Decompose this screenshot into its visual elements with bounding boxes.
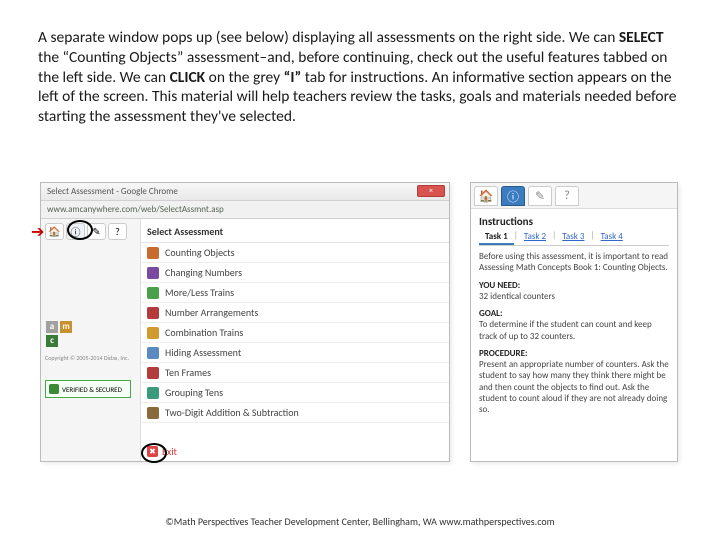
assessment-item[interactable]: Counting Objects	[141, 243, 449, 263]
assessment-item[interactable]: Hiding Assessment	[141, 343, 449, 363]
window-close-button[interactable]: ×	[417, 185, 445, 197]
browser-titlebar: Select Assessment - Google Chrome ×	[41, 183, 449, 201]
task-tab[interactable]: Task 1	[479, 230, 514, 245]
tab-info[interactable]: ⓘ	[66, 223, 85, 240]
left-tab-column: ➔ 🏠 ⓘ ✎ ? amc Copyright © 2005-2014 Dida…	[41, 219, 141, 461]
instructions-panel: 🏠 ⓘ ✎ ? Instructions Task 1 | Task 2 | T…	[470, 182, 678, 462]
info-panel-tab-row: 🏠 ⓘ ✎ ?	[471, 183, 677, 209]
task-tab[interactable]: Task 3	[556, 230, 590, 245]
assessment-label: Number Arrangements	[165, 306, 258, 319]
tab-home[interactable]: 🏠	[45, 223, 64, 240]
exit-icon: ✖	[147, 446, 158, 457]
book-icon	[147, 247, 159, 259]
goal-label: GOAL:	[479, 308, 669, 319]
window-title: Select Assessment - Google Chrome	[47, 186, 178, 197]
book-icon	[147, 267, 159, 279]
book-icon	[147, 387, 159, 399]
assessment-label: Ten Frames	[165, 366, 211, 379]
browser-addressbar[interactable]: www.amcanywhere.com/web/SelectAssmnt.asp	[41, 201, 449, 219]
assessment-list: Counting Objects Changing Numbers More/Les…	[141, 243, 449, 423]
assessment-label: Hiding Assessment	[165, 346, 241, 359]
info-tab-home[interactable]: 🏠	[474, 186, 498, 206]
goal-text: To determine if the student can count an…	[479, 319, 669, 342]
assessment-label: More/Less Trains	[165, 286, 234, 299]
book-icon	[147, 347, 159, 359]
shield-icon	[49, 384, 59, 394]
tab-help[interactable]: ?	[108, 223, 127, 240]
assessment-label: Grouping Tens	[165, 386, 223, 399]
procedure-label: PROCEDURE:	[479, 348, 669, 359]
copyright-small: Copyright © 2005-2014 Didax, Inc.	[45, 354, 136, 362]
instructions-heading: Instructions	[479, 215, 669, 229]
info-tab-notes[interactable]: ✎	[528, 186, 552, 206]
assessment-label: Combination Trains	[165, 326, 243, 339]
assessment-item[interactable]: Number Arrangements	[141, 303, 449, 323]
procedure-text: Present an appropriate number of counter…	[479, 359, 669, 415]
assessment-item[interactable]: Combination Trains	[141, 323, 449, 343]
assessment-label: Changing Numbers	[165, 266, 242, 279]
task-tab[interactable]: Task 4	[595, 230, 629, 245]
select-assessment-window: Select Assessment - Google Chrome × www.…	[40, 182, 450, 462]
info-tab-help[interactable]: ?	[555, 186, 579, 206]
book-icon	[147, 287, 159, 299]
book-icon	[147, 367, 159, 379]
assessment-item[interactable]: More/Less Trains	[141, 283, 449, 303]
task-tab[interactable]: Task 2	[518, 230, 552, 245]
assessment-list-column: Select Assessment Counting Objects Changi…	[141, 219, 449, 461]
assessment-label: Counting Objects	[165, 246, 235, 259]
arrow-annotation-icon: ➔	[31, 225, 44, 241]
amc-logo: amc	[45, 320, 85, 348]
instructional-paragraph: A separate window pops up (see below) di…	[38, 28, 688, 127]
exit-button[interactable]: ✖ Exit	[147, 445, 177, 458]
book-icon	[147, 327, 159, 339]
book-icon	[147, 407, 159, 419]
assessment-label: Two-Digit Addition & Subtraction	[165, 406, 299, 419]
assessment-item[interactable]: Changing Numbers	[141, 263, 449, 283]
assessment-item[interactable]: Grouping Tens	[141, 383, 449, 403]
task-tabs: Task 1 | Task 2 | Task 3 | Task 4	[479, 230, 669, 246]
verified-secured-badge: VERIFIED & SECURED	[45, 380, 131, 398]
tab-notes[interactable]: ✎	[87, 223, 106, 240]
assessment-item[interactable]: Ten Frames	[141, 363, 449, 383]
footer-credit: ©Math Perspectives Teacher Development C…	[0, 515, 720, 528]
instructions-intro: Before using this assessment, it is impo…	[479, 251, 669, 274]
info-tab-info[interactable]: ⓘ	[501, 186, 525, 206]
you-need-label: YOU NEED:	[479, 280, 669, 291]
you-need-text: 32 identical counters	[479, 291, 669, 302]
book-icon	[147, 307, 159, 319]
select-assessment-header: Select Assessment	[141, 223, 449, 243]
assessment-item[interactable]: Two-Digit Addition & Subtraction	[141, 403, 449, 423]
